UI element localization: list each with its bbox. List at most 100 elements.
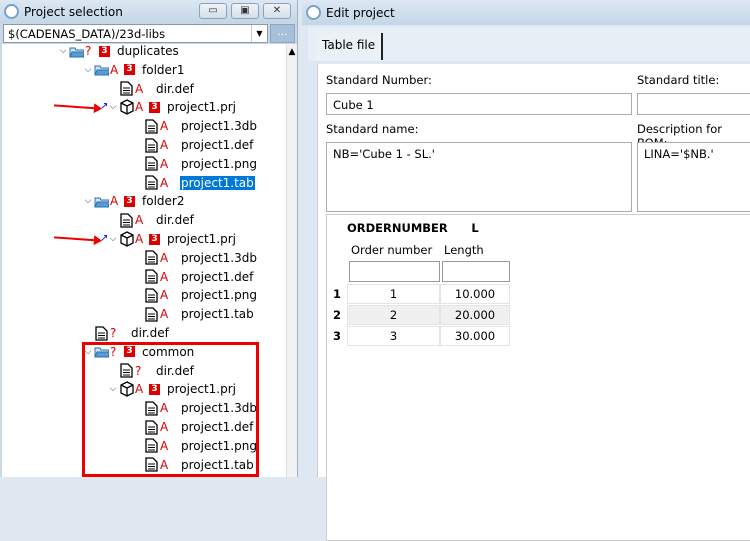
tree-item-label: project1.3db — [181, 119, 257, 134]
file-icon — [144, 175, 159, 190]
chevron-down-icon[interactable]: ▼ — [251, 25, 267, 42]
column-header[interactable]: L — [440, 221, 510, 235]
status-icon: ? — [85, 44, 92, 58]
tab-bar: Table file — [308, 27, 750, 61]
browse-button[interactable]: ... — [270, 24, 295, 43]
table-cell[interactable]: 20.000 — [440, 305, 510, 325]
folder-icon — [94, 62, 109, 77]
standard-number-field[interactable]: Cube 1 — [326, 93, 632, 115]
tree-item[interactable]: Aproject1.tab — [132, 174, 255, 192]
tree-item-label: project1.png — [181, 156, 257, 171]
column-header[interactable]: ORDERNUMBER — [347, 221, 448, 235]
status-icon: A — [160, 156, 169, 171]
highlight-box — [82, 342, 259, 477]
table-cell[interactable]: 10.000 — [440, 284, 510, 304]
cube-icon — [119, 99, 134, 116]
restore-button[interactable]: ▣ — [231, 3, 259, 19]
tree-item-label: folder2 — [142, 194, 185, 209]
column-filter-input[interactable] — [442, 261, 510, 282]
tree-item[interactable]: Aproject1.png — [132, 155, 258, 173]
app-icon — [306, 5, 321, 20]
cube-icon — [119, 231, 134, 247]
tree-item-label: project1.def — [181, 269, 254, 284]
tree-item[interactable]: Adir.def — [107, 211, 195, 229]
tree-item[interactable]: Aproject1.png — [132, 286, 258, 304]
chevron-down-icon[interactable]: ⌵ — [57, 46, 69, 56]
row-number: 2 — [333, 308, 342, 322]
tree-item[interactable]: Aproject1.3db — [132, 117, 258, 135]
table-file-content: Standard Number: Cube 1 Standard title: … — [317, 64, 750, 541]
panel-title: Edit project — [326, 5, 395, 20]
file-icon — [144, 307, 159, 322]
chevron-down-icon[interactable]: ⌵ — [82, 65, 94, 75]
badge-icon: 3 — [149, 233, 160, 245]
badge-icon: 3 — [124, 64, 135, 76]
file-icon — [119, 213, 134, 228]
values-table[interactable]: ORDERNUMBER Order number L Length 1 1 10.000 2 2… — [326, 214, 750, 541]
chevron-down-icon[interactable]: ⌵ — [107, 234, 119, 244]
status-icon: A — [160, 138, 169, 152]
tree-item[interactable]: Adir.def — [107, 80, 195, 98]
tree-item[interactable]: ⌵ A 3 project1.prj — [107, 230, 237, 248]
close-button[interactable]: ✕ — [263, 3, 291, 19]
row-number: 1 — [333, 287, 342, 301]
standard-title-label: Standard title: — [637, 73, 720, 87]
chevron-down-icon[interactable]: ⌵ — [107, 102, 119, 112]
folder-icon — [69, 44, 84, 59]
standard-name-label: Standard name: — [326, 122, 419, 136]
table-cell[interactable]: 3 — [347, 326, 440, 346]
link-icon: ↗ — [100, 233, 109, 244]
status-icon: A — [135, 81, 144, 96]
status-icon: A — [160, 119, 169, 134]
file-icon — [119, 81, 134, 96]
path-value: $(CADENAS_DATA)/23d-libs — [8, 27, 166, 41]
standard-name-field[interactable]: NB='Cube 1 - SL.' — [326, 142, 632, 212]
badge-icon: 3 — [124, 195, 135, 207]
table-cell[interactable]: 1 — [347, 284, 440, 304]
tree-item[interactable]: Aproject1.tab — [132, 305, 255, 323]
tree-item[interactable]: ⌵? 3 duplicates — [57, 44, 180, 60]
link-icon: ↗ — [100, 101, 109, 113]
tree-item[interactable]: ⌵ A 3 project1.prj — [107, 98, 237, 116]
edit-project-panel: Edit project Table file Standard Number:… — [302, 0, 750, 541]
status-icon: A — [160, 175, 169, 190]
tree-item[interactable]: ⌵ A 3 folder2 — [82, 192, 185, 210]
project-selection-panel: Project selection ▭ ▣ ✕ $(CADENAS_DATA)/… — [0, 0, 298, 477]
status-icon: A — [110, 194, 119, 209]
chevron-down-icon[interactable]: ⌵ — [82, 196, 94, 206]
tree-item[interactable]: Aproject1.def — [132, 268, 254, 286]
tree-item-label: dir.def — [156, 81, 194, 96]
file-icon — [144, 288, 159, 303]
tree-item-label: dir.def — [131, 326, 169, 340]
badge-icon: 3 — [99, 45, 110, 57]
tree-item[interactable]: ⌵ A 3 folder1 — [82, 61, 185, 79]
standard-title-field[interactable] — [637, 93, 750, 115]
status-icon: A — [110, 62, 119, 77]
tree-item[interactable]: Aproject1.3db — [132, 249, 258, 267]
path-combobox[interactable]: $(CADENAS_DATA)/23d-libs ▼ — [3, 24, 268, 43]
folder-icon — [94, 194, 109, 209]
tree-item-label: project1.def — [181, 138, 254, 152]
table-cell[interactable]: 2 — [347, 305, 440, 325]
status-icon: A — [135, 232, 144, 246]
column-description: Order number — [351, 243, 433, 257]
tree-item-label: folder1 — [142, 62, 185, 77]
table-cell[interactable]: 30.000 — [440, 326, 510, 346]
app-icon — [4, 4, 19, 19]
tree-scrollbar[interactable]: ▲ — [286, 44, 297, 477]
scroll-up-icon[interactable]: ▲ — [287, 47, 297, 57]
project-selection-titlebar: Project selection ▭ ▣ ✕ — [0, 0, 297, 23]
edit-project-titlebar: Edit project — [302, 0, 750, 25]
minimize-button[interactable]: ▭ — [199, 3, 227, 19]
tree-item[interactable]: Aproject1.def — [132, 136, 254, 154]
tab-table-file[interactable]: Table file — [316, 33, 384, 60]
tree-item-label: project1.tab — [181, 307, 254, 322]
status-icon: ? — [110, 326, 117, 340]
status-icon: A — [160, 269, 169, 284]
tree-item-label: project1.3db — [181, 250, 257, 265]
bom-field[interactable]: LINA='$NB.' — [637, 142, 750, 212]
column-filter-input[interactable] — [349, 261, 440, 282]
panel-title: Project selection — [24, 4, 123, 19]
tree-item[interactable]: ? dir.def — [82, 324, 170, 342]
file-icon — [144, 156, 159, 171]
